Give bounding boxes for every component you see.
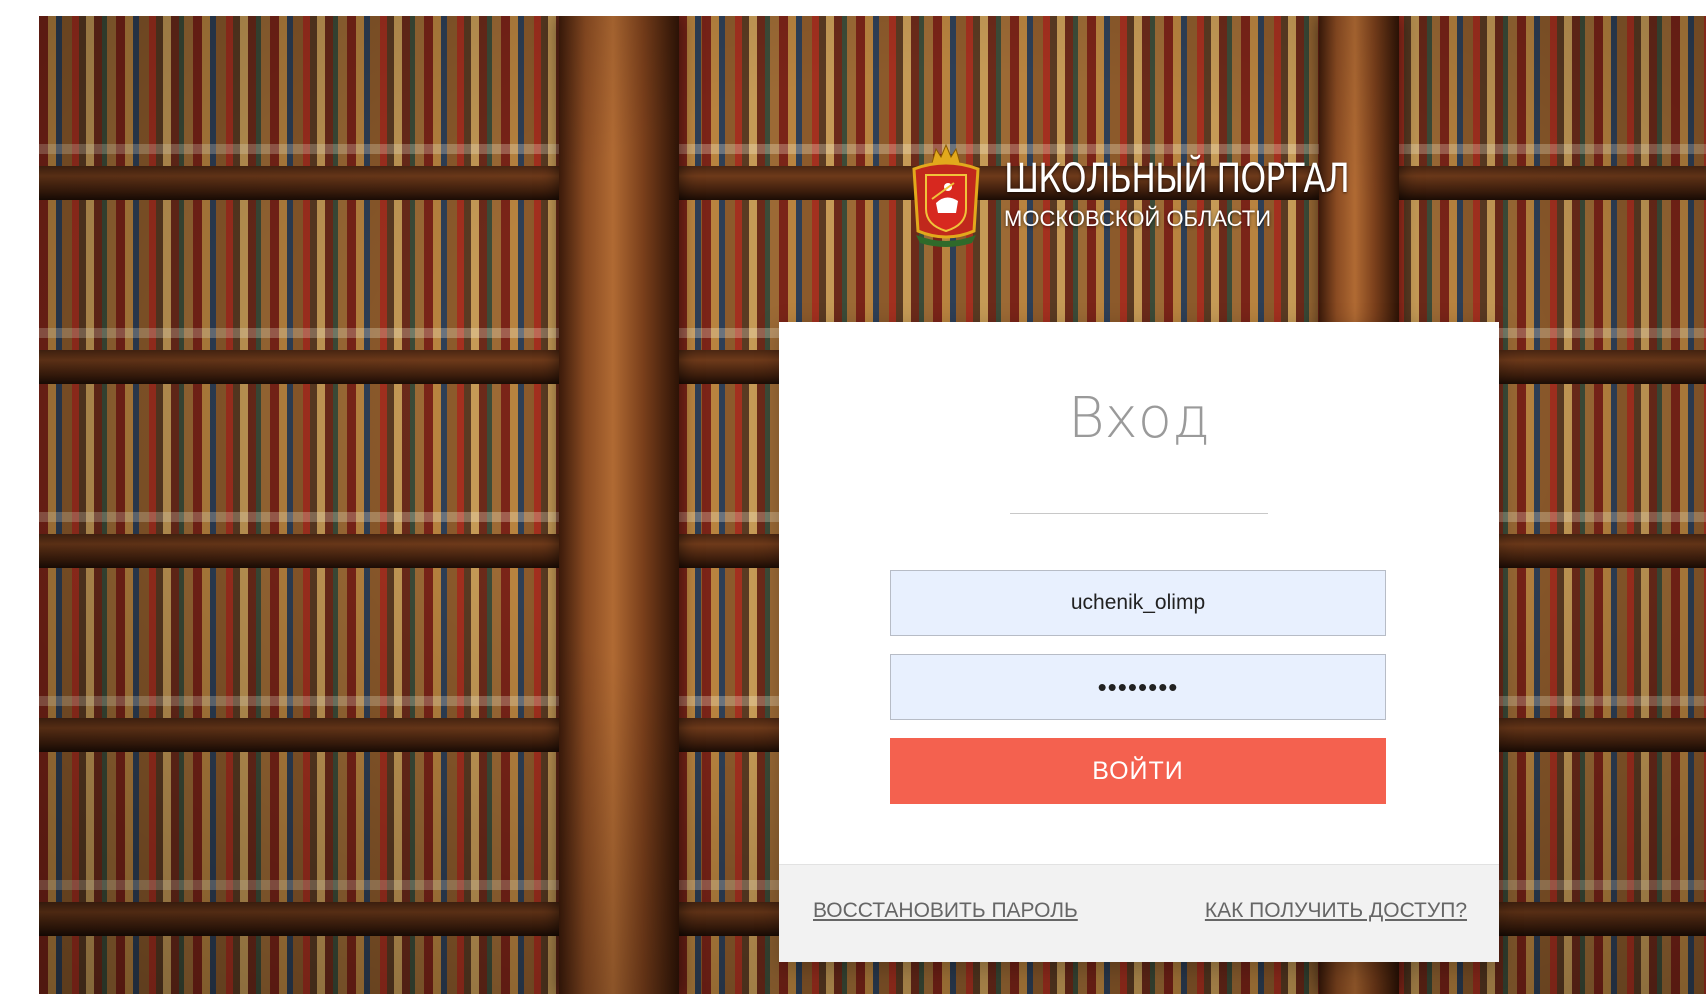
login-button[interactable]: ВОЙТИ [890,738,1386,804]
get-access-link[interactable]: КАК ПОЛУЧИТЬ ДОСТУП? [1205,899,1467,923]
portal-title: ШКОЛЬНЫЙ ПОРТАЛ [1004,156,1350,202]
login-heading: Вход [1068,386,1210,451]
brand-text: ШКОЛЬНЫЙ ПОРТАЛ МОСКОВСКОЙ ОБЛАСТИ [1004,155,1425,233]
username-input[interactable] [890,570,1386,636]
login-card: Вход ВОЙТИ ВОССТАНОВИТЬ ПАРОЛЬ КАК ПОЛУЧ… [779,322,1499,962]
portal-subtitle: МОСКОВСКОЙ ОБЛАСТИ [1004,206,1272,231]
card-footer: ВОССТАНОВИТЬ ПАРОЛЬ КАК ПОЛУЧИТЬ ДОСТУП? [779,864,1499,962]
page-viewport: ШКОЛЬНЫЙ ПОРТАЛ МОСКОВСКОЙ ОБЛАСТИ Вход … [39,16,1706,994]
password-input[interactable] [890,654,1386,720]
heading-divider [1010,513,1268,514]
coat-of-arms-icon [912,143,980,247]
recover-password-link[interactable]: ВОССТАНОВИТЬ ПАРОЛЬ [813,899,1078,923]
portal-brand: ШКОЛЬНЫЙ ПОРТАЛ МОСКОВСКОЙ ОБЛАСТИ [910,134,1425,254]
